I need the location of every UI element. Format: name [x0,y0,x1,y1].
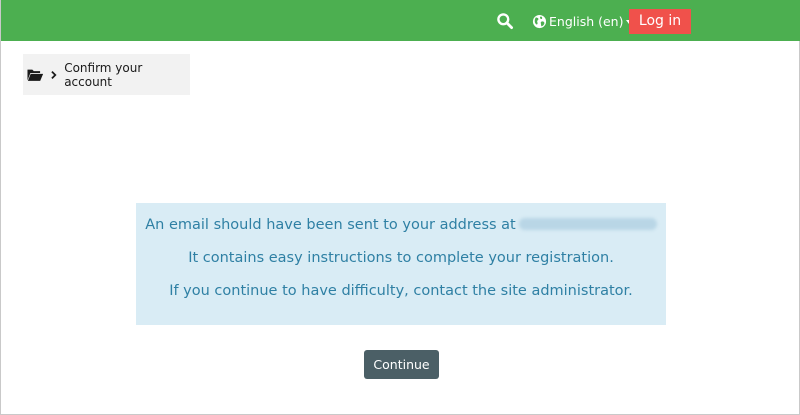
language-label: English (en) [549,13,624,29]
alert-line1-text: An email should have been sent to your a… [145,217,516,233]
navbar: English (en) Log in [1,0,800,41]
alert-line-email: An email should have been sent to your a… [136,217,666,233]
login-button[interactable]: Log in [629,9,691,34]
page: English (en) Log in Confirm your account… [0,0,800,415]
chevron-right-icon [51,70,58,79]
continue-button[interactable]: Continue [364,350,439,379]
info-alert: An email should have been sent to your a… [136,203,666,325]
breadcrumb: Confirm your account [23,54,190,95]
language-menu[interactable]: English (en) [532,12,633,30]
globe-icon [532,14,547,28]
redacted-email [518,218,657,230]
alert-line-instructions: It contains easy instructions to complet… [188,250,614,266]
search-button[interactable] [496,12,514,30]
folder-open-icon[interactable] [27,68,44,82]
search-icon [497,13,514,30]
breadcrumb-current: Confirm your account [64,60,143,89]
alert-line-contact: If you continue to have difficulty, cont… [169,283,633,299]
